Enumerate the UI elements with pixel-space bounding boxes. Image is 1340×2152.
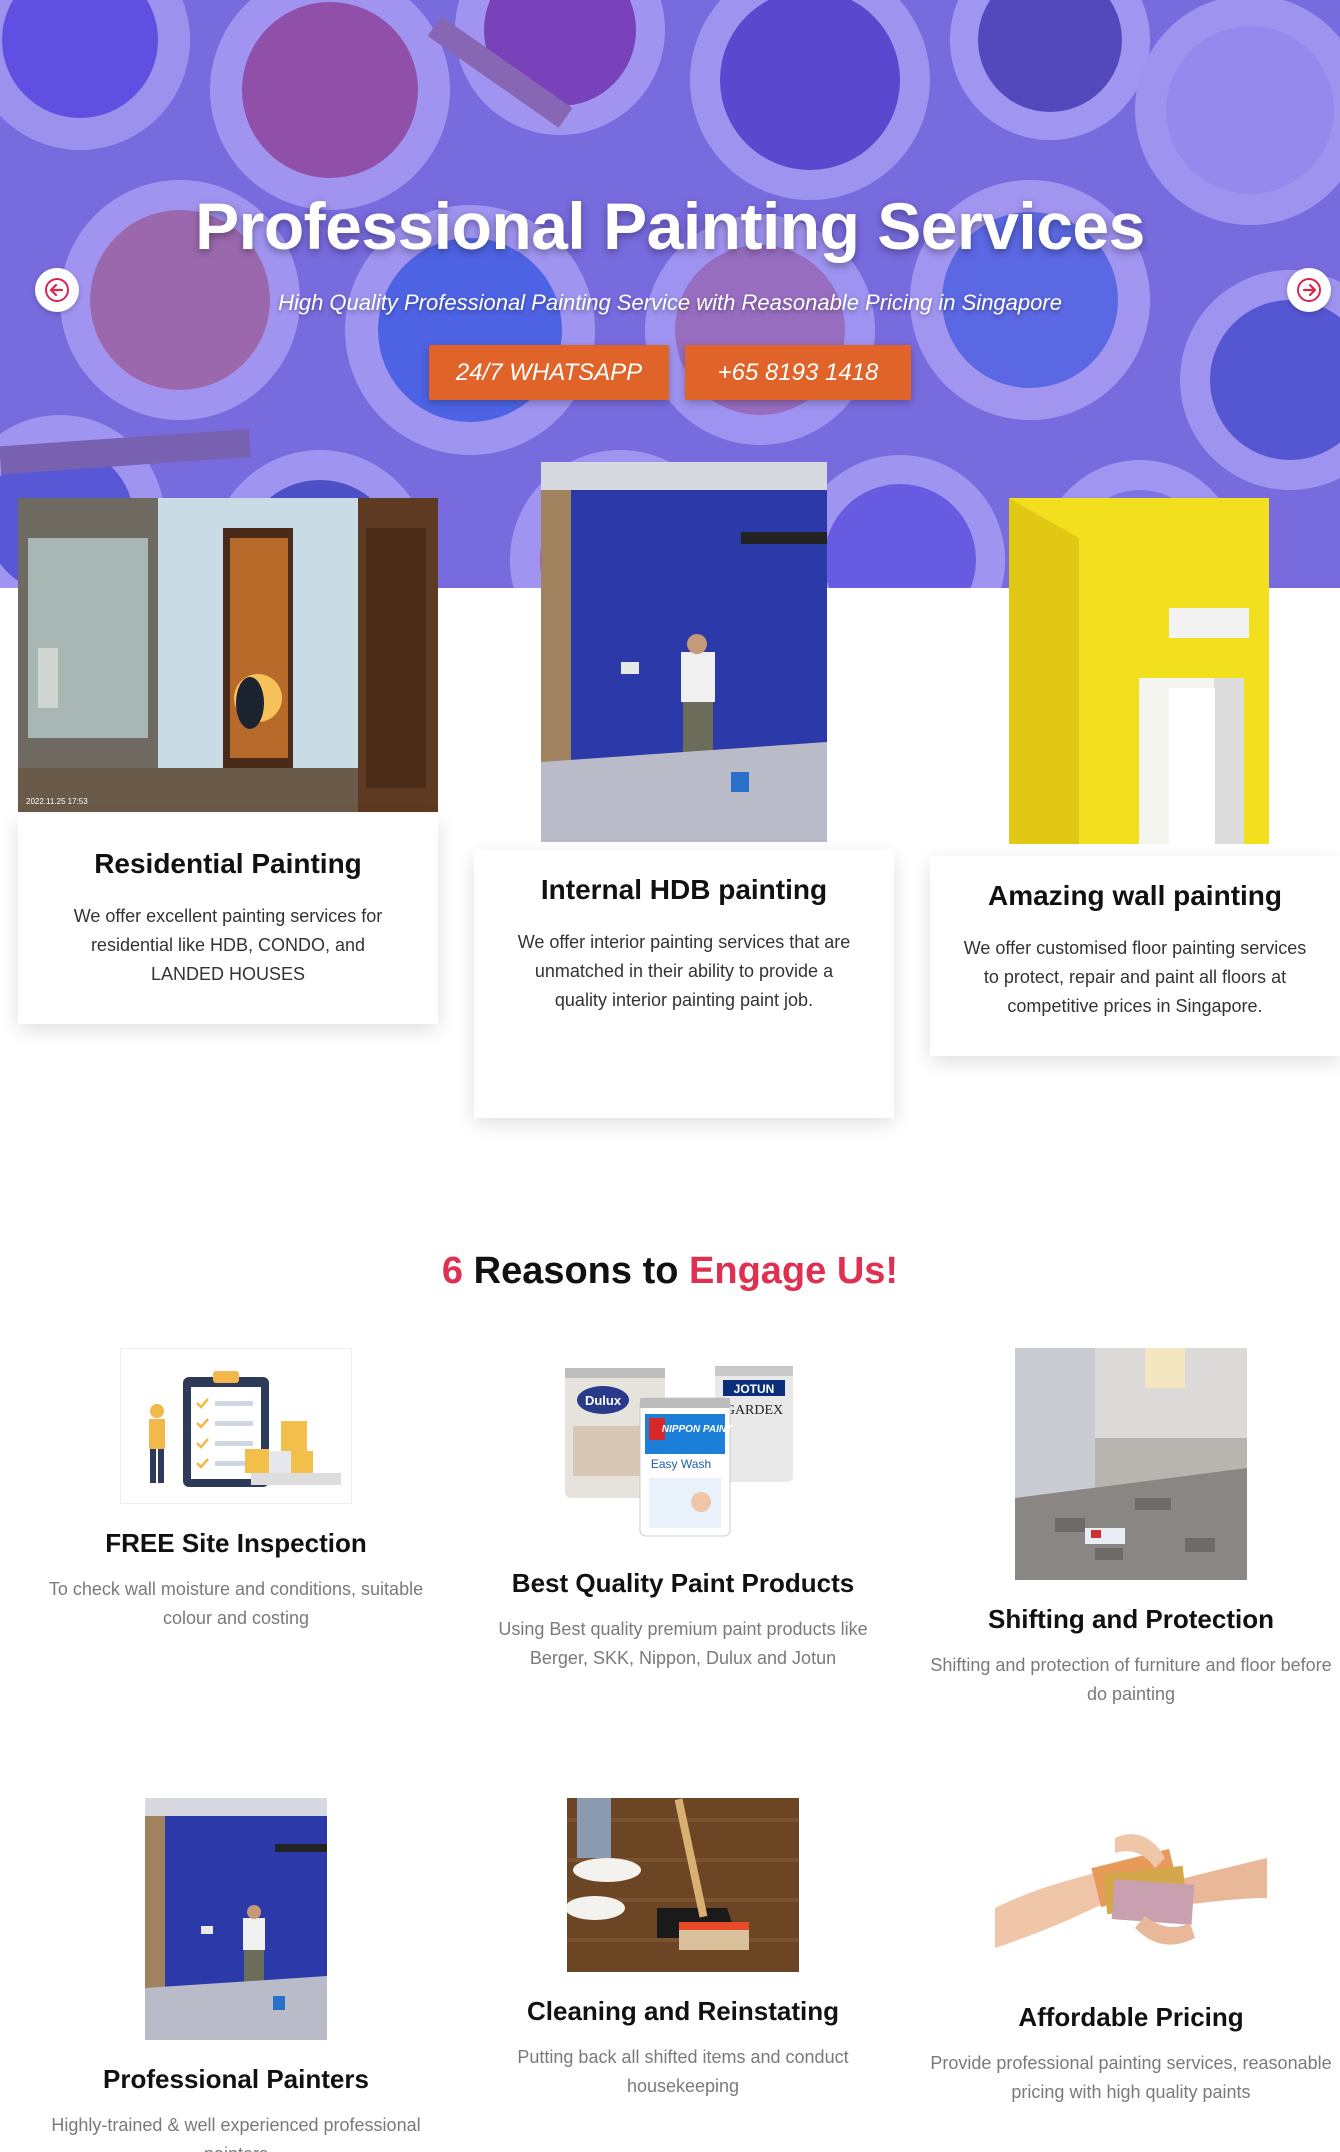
phone-button[interactable]: +65 8193 1418: [685, 345, 911, 400]
cleaning-reinstating-image: [567, 1798, 799, 1972]
service-description: We offer interior painting services that…: [517, 932, 851, 1010]
internal-hdb-painting-image: [541, 462, 827, 842]
site-inspection-image: [120, 1348, 352, 1504]
gardex-label: GARDEX: [725, 1403, 783, 1418]
reasons-number: 6: [441, 1250, 464, 1292]
reason-title: Shifting and Protection: [988, 1604, 1274, 1634]
reasons-accent: Engage Us!: [689, 1250, 899, 1292]
reasons-heading: 6 Reasons to Engage Us!: [0, 1250, 1340, 1293]
photo-timestamp: 2022.11.25 17:53: [26, 797, 88, 806]
hero-title: Professional Painting Services: [195, 189, 1145, 263]
hero-buttons: 24/7 WHATSAPP +65 8193 1418: [0, 345, 1340, 400]
affordable-pricing-image: [995, 1798, 1267, 1978]
service-card-internal-hdb: Internal HDB painting We offer interior …: [474, 850, 894, 1118]
reason-title: Affordable Pricing: [1018, 2002, 1244, 2032]
reason-description: Using Best quality premium paint product…: [498, 1619, 868, 1668]
reason-description: Putting back all shifted items and condu…: [517, 2047, 849, 2096]
amazing-wall-painting-image: [1009, 498, 1269, 844]
whatsapp-button[interactable]: 24/7 WHATSAPP: [429, 345, 669, 400]
reason-item: Cleaning and Reinstating Putting back al…: [483, 1798, 883, 2101]
reason-item: FREE Site Inspection To check wall moist…: [45, 1348, 427, 1633]
reason-title: Cleaning and Reinstating: [526, 1996, 840, 2026]
reason-title: FREE Site Inspection: [105, 1528, 367, 1558]
service-card-residential: Residential Painting We offer excellent …: [18, 814, 438, 1024]
paint-products-image: JOTUN GARDEX Dulux NIPPON PAINT Easy Was…: [565, 1356, 801, 1544]
professional-painters-image: [145, 1798, 327, 2040]
reason-item: JOTUN GARDEX Dulux NIPPON PAINT Easy Was…: [483, 1356, 883, 1673]
nippon-label: NIPPON PAINT: [662, 1424, 733, 1435]
service-title: Internal HDB painting: [540, 874, 828, 905]
service-title: Residential Painting: [94, 848, 362, 879]
slider-next-button[interactable]: [1287, 268, 1331, 312]
arrow-left-icon: [45, 278, 69, 302]
service-description: We offer customised floor painting servi…: [963, 938, 1307, 1016]
reason-item: Affordable Pricing Provide professional …: [930, 1798, 1332, 2107]
reason-description: Shifting and protection of furniture and…: [930, 1655, 1332, 1704]
jotun-label: JOTUN: [734, 1382, 775, 1396]
reason-title: Professional Painters: [103, 2064, 369, 2094]
service-description: We offer excellent painting services for…: [73, 906, 383, 984]
easywash-label: Easy Wash: [651, 1457, 711, 1471]
reason-item: Shifting and Protection Shifting and pro…: [930, 1348, 1332, 1709]
residential-painting-image: 2022.11.25 17:53: [18, 498, 438, 812]
service-title: Amazing wall painting: [987, 880, 1282, 911]
reasons-middle: Reasons to: [463, 1250, 690, 1292]
reason-description: Provide professional painting services, …: [930, 2053, 1332, 2102]
hero-subtitle: High Quality Professional Painting Servi…: [278, 290, 1062, 315]
slider-prev-button[interactable]: [35, 268, 79, 312]
service-card-wall-painting: Amazing wall painting We offer customise…: [930, 856, 1340, 1056]
reason-description: To check wall moisture and conditions, s…: [48, 1579, 424, 1628]
dulux-label: Dulux: [585, 1393, 622, 1408]
reason-item: Professional Painters Highly-trained & w…: [45, 1798, 427, 2152]
arrow-right-icon: [1297, 278, 1321, 302]
shifting-protection-image: [1015, 1348, 1247, 1580]
reason-description: Highly-trained & well experienced profes…: [51, 2115, 421, 2152]
reason-title: Best Quality Paint Products: [511, 1568, 855, 1598]
